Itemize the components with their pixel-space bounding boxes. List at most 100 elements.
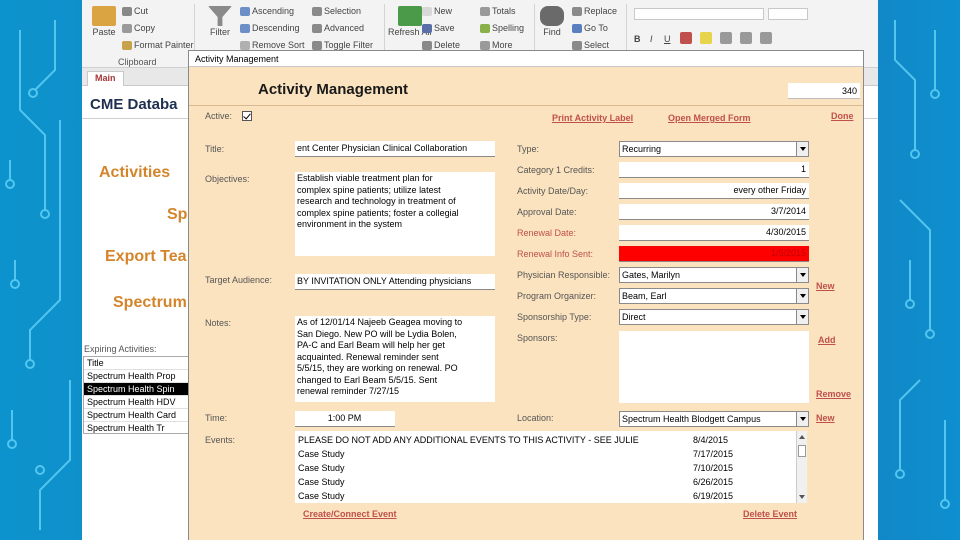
activity-day-field[interactable]: every other Friday bbox=[619, 183, 809, 199]
event-row[interactable]: Case Study 6/26/2015 bbox=[298, 475, 798, 489]
done-link[interactable]: Done bbox=[831, 111, 854, 121]
location-combo[interactable]: Spectrum Health Blodgett Campus bbox=[619, 411, 809, 427]
chevron-down-icon[interactable] bbox=[796, 310, 808, 324]
italic-button[interactable]: I bbox=[650, 34, 653, 44]
popup-title-bar: Activity Management bbox=[189, 51, 863, 67]
physician-combo[interactable]: Gates, Marilyn bbox=[619, 267, 809, 283]
align-left-button[interactable] bbox=[720, 32, 732, 44]
save-button[interactable]: Save bbox=[422, 23, 455, 33]
event-row[interactable]: Case Study 6/19/2015 bbox=[298, 489, 798, 503]
active-checkbox[interactable] bbox=[242, 111, 252, 121]
cut-button[interactable]: Cut bbox=[122, 6, 148, 16]
copy-button[interactable]: Copy bbox=[122, 23, 155, 33]
activity-id-field[interactable]: 340 bbox=[788, 83, 860, 99]
spelling-button[interactable]: Spelling bbox=[480, 23, 524, 33]
more-button[interactable]: More bbox=[480, 40, 513, 50]
print-label-link[interactable]: Print Activity Label bbox=[552, 113, 633, 123]
type-combo[interactable]: Recurring bbox=[619, 141, 809, 157]
bold-button[interactable]: B bbox=[634, 34, 641, 44]
tab-main[interactable]: Main bbox=[87, 71, 124, 86]
export-link[interactable]: Export Tea bbox=[105, 248, 187, 266]
advanced-button[interactable]: Advanced bbox=[312, 23, 364, 33]
descending-button[interactable]: Descending bbox=[240, 23, 300, 33]
ascending-button[interactable]: Ascending bbox=[240, 6, 294, 16]
credits-field[interactable]: 1 bbox=[619, 162, 809, 178]
organizer-combo[interactable]: Beam, Earl bbox=[619, 288, 809, 304]
sort-ascending-icon bbox=[240, 6, 250, 16]
create-connect-event-link[interactable]: Create/Connect Event bbox=[303, 509, 397, 519]
renewal-date-field[interactable]: 4/30/2015 bbox=[619, 225, 809, 241]
title-field[interactable]: ent Center Physician Clinical Collaborat… bbox=[295, 141, 495, 157]
new-record-button[interactable]: New bbox=[422, 6, 452, 16]
events-scrollbar[interactable] bbox=[796, 431, 807, 503]
new-location-link[interactable]: New bbox=[816, 413, 835, 423]
scroll-down-icon[interactable] bbox=[799, 495, 805, 499]
font-color-button[interactable] bbox=[680, 32, 692, 44]
title-label: Title: bbox=[205, 144, 225, 154]
paste-button[interactable]: Paste bbox=[92, 6, 116, 37]
event-row[interactable]: PLEASE DO NOT ADD ANY ADDITIONAL EVENTS … bbox=[298, 433, 798, 447]
sponsors-list[interactable] bbox=[619, 331, 809, 403]
event-row[interactable]: Case Study 7/17/2015 bbox=[298, 447, 798, 461]
event-name: Case Study bbox=[298, 491, 345, 501]
sponsorship-combo[interactable]: Direct bbox=[619, 309, 809, 325]
spelling-label: Spelling bbox=[492, 23, 525, 33]
expiring-activities-list[interactable]: Title Spectrum Health Prop Spectrum Heal… bbox=[83, 356, 193, 434]
clipboard-group-label: Clipboard bbox=[118, 57, 157, 67]
format-painter-button[interactable]: Format Painter bbox=[122, 40, 194, 50]
activity-day-label: Activity Date/Day: bbox=[517, 186, 589, 196]
list-item[interactable]: Spectrum Health HDV bbox=[84, 396, 192, 409]
open-merged-form-link[interactable]: Open Merged Form bbox=[668, 113, 751, 123]
new-physician-link[interactable]: New bbox=[816, 281, 835, 291]
list-item-selected[interactable]: Spectrum Health Spin bbox=[84, 383, 192, 396]
delete-event-link[interactable]: Delete Event bbox=[743, 509, 797, 519]
font-size-box[interactable] bbox=[768, 8, 808, 20]
spectrum-link[interactable]: Spectrum bbox=[113, 294, 187, 312]
add-sponsor-link[interactable]: Add bbox=[818, 335, 836, 345]
list-header: Title bbox=[84, 357, 192, 370]
event-row[interactable]: Case Study 7/10/2015 bbox=[298, 461, 798, 475]
list-item[interactable]: Spectrum Health Card bbox=[84, 409, 192, 422]
objectives-field[interactable]: Establish viable treatment plan for comp… bbox=[295, 172, 495, 256]
scroll-thumb[interactable] bbox=[798, 445, 806, 457]
chevron-down-icon[interactable] bbox=[796, 289, 808, 303]
chevron-down-icon[interactable] bbox=[796, 412, 808, 426]
popup-header: Activity Management bbox=[189, 67, 863, 106]
list-item[interactable]: Spectrum Health Tr bbox=[84, 422, 192, 433]
remove-sort-button[interactable]: Remove Sort bbox=[240, 40, 305, 50]
expiring-activities-label: Expiring Activities: bbox=[84, 344, 157, 354]
scroll-up-icon[interactable] bbox=[799, 435, 805, 439]
more-icon bbox=[480, 40, 490, 50]
approval-date-field[interactable]: 3/7/2014 bbox=[619, 204, 809, 220]
totals-button[interactable]: Totals bbox=[480, 6, 516, 16]
align-center-button[interactable] bbox=[740, 32, 752, 44]
align-right-button[interactable] bbox=[760, 32, 772, 44]
objectives-label: Objectives: bbox=[205, 174, 250, 184]
chevron-down-icon[interactable] bbox=[796, 268, 808, 282]
time-field[interactable]: 1:00 PM bbox=[295, 411, 395, 427]
delete-button[interactable]: Delete bbox=[422, 40, 460, 50]
activities-link[interactable]: Activities bbox=[99, 164, 170, 182]
font-name-box[interactable] bbox=[634, 8, 764, 20]
event-date: 7/17/2015 bbox=[693, 449, 734, 459]
target-audience-field[interactable]: BY INVITATION ONLY Attending physicians bbox=[295, 274, 495, 290]
notes-field[interactable]: As of 12/01/14 Najeeb Geagea moving to S… bbox=[295, 316, 495, 402]
location-value: Spectrum Health Blodgett Campus bbox=[622, 414, 761, 424]
underline-button[interactable]: U bbox=[664, 34, 671, 44]
toggle-filter-button[interactable]: Toggle Filter bbox=[312, 40, 373, 50]
select-button[interactable]: Select bbox=[572, 40, 609, 50]
list-item[interactable]: Spectrum Health Prop bbox=[84, 370, 192, 383]
selection-button[interactable]: Selection bbox=[312, 6, 361, 16]
sp-link[interactable]: Sp bbox=[167, 206, 187, 224]
goto-button[interactable]: Go To bbox=[572, 23, 608, 33]
chevron-down-icon[interactable] bbox=[796, 142, 808, 156]
remove-sponsor-link[interactable]: Remove bbox=[816, 389, 851, 399]
replace-button[interactable]: Replace bbox=[572, 6, 617, 16]
funnel-icon bbox=[208, 6, 232, 26]
renewal-info-sent-field[interactable]: 1/5/2015 bbox=[619, 246, 809, 262]
descending-label: Descending bbox=[252, 23, 300, 33]
find-button[interactable]: Find bbox=[540, 6, 564, 37]
events-list[interactable]: PLEASE DO NOT ADD ANY ADDITIONAL EVENTS … bbox=[295, 431, 807, 503]
filter-button[interactable]: Filter bbox=[208, 6, 232, 37]
highlight-button[interactable] bbox=[700, 32, 712, 44]
